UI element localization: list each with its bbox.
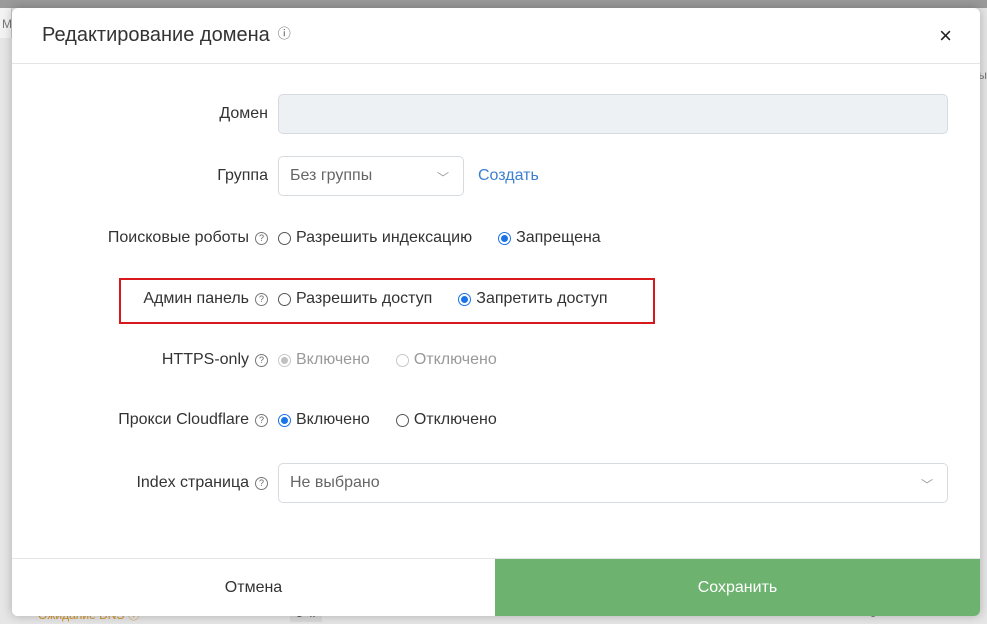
highlight-box: [119, 278, 655, 324]
question-icon[interactable]: ?: [255, 413, 268, 427]
https-on-radio: Включено: [278, 351, 370, 369]
https-on-label: Включено: [296, 351, 370, 368]
index-page-select-value: Не выбрано: [290, 474, 380, 491]
group-select-value: Без группы: [290, 167, 373, 184]
create-group-link[interactable]: Создать: [478, 167, 539, 185]
robots-allow-radio[interactable]: Разрешить индексацию: [278, 229, 472, 247]
domain-input: [278, 94, 948, 134]
https-off-label: Отключено: [413, 351, 497, 368]
cloudflare-label: Прокси Cloudflare ?: [12, 411, 268, 429]
question-icon[interactable]: ?: [255, 476, 268, 490]
cloudflare-off-radio[interactable]: Отключено: [395, 411, 497, 429]
radio-checked-icon: [498, 231, 512, 245]
background-top-bar: [0, 0, 987, 8]
group-label-text: Группа: [217, 167, 268, 184]
question-icon[interactable]: ?: [255, 353, 268, 367]
robots-deny-label: Запрещена: [516, 229, 601, 246]
row-https-only: HTTPS-only ? Включено Отключено: [12, 340, 980, 380]
group-select[interactable]: Без группы ﹀: [278, 156, 464, 196]
save-button[interactable]: Сохранить: [495, 559, 980, 616]
row-domain: Домен: [12, 94, 980, 134]
group-label: Группа: [12, 167, 268, 185]
radio-checked-icon: [278, 413, 291, 427]
radio-checked-icon: [278, 353, 291, 367]
row-group: Группа Без группы ﹀ Создать: [12, 156, 980, 196]
domain-control: [278, 94, 948, 134]
domain-label-text: Домен: [219, 105, 268, 122]
robots-label-text: Поисковые роботы: [107, 229, 249, 246]
cloudflare-on-radio[interactable]: Включено: [278, 411, 370, 429]
row-robots: Поисковые роботы ? Разрешить индексацию …: [12, 218, 980, 258]
index-page-label-text: Index страница: [136, 474, 249, 491]
robots-deny-radio[interactable]: Запрещена: [498, 229, 601, 247]
row-index-page: Index страница ? Не выбрано ﹀: [12, 463, 980, 503]
robots-control: Разрешить индексацию Запрещена: [278, 229, 627, 247]
https-label-text: HTTPS-only: [161, 351, 249, 368]
index-page-select[interactable]: Не выбрано ﹀: [278, 463, 948, 503]
radio-unchecked-icon: [278, 231, 291, 245]
cloudflare-off-label: Отключено: [413, 411, 497, 428]
row-cloudflare-proxy: Прокси Cloudflare ? Включено Отключено: [12, 400, 980, 440]
cloudflare-on-label: Включено: [296, 411, 370, 428]
cancel-button[interactable]: Отмена: [12, 559, 495, 616]
modal-title: Редактирование домена: [42, 24, 270, 46]
robots-label: Поисковые роботы ?: [12, 229, 268, 247]
index-page-control: Не выбрано ﹀: [278, 463, 948, 503]
chevron-down-icon: ﹀: [920, 478, 933, 492]
https-off-radio: Отключено: [395, 351, 497, 369]
cloudflare-label-text: Прокси Cloudflare: [118, 411, 249, 428]
https-control: Включено Отключено: [278, 351, 523, 369]
group-control: Без группы ﹀ Создать: [278, 156, 539, 196]
background-tab-text: M: [2, 17, 12, 31]
radio-unchecked-icon: [395, 413, 409, 427]
robots-allow-label: Разрешить индексацию: [296, 229, 473, 246]
https-label: HTTPS-only ?: [12, 351, 268, 369]
close-button[interactable]: ×: [939, 24, 952, 47]
question-icon[interactable]: ?: [255, 231, 268, 245]
index-page-label: Index страница ?: [12, 474, 268, 492]
edit-domain-modal: Редактирование домена ⓘ × Домен Группа Б…: [12, 8, 980, 616]
radio-unchecked-icon: [395, 353, 409, 367]
domain-label: Домен: [12, 105, 268, 123]
modal-footer: Отмена Сохранить: [12, 558, 980, 616]
chevron-down-icon: ﹀: [436, 171, 449, 185]
cloudflare-control: Включено Отключено: [278, 411, 523, 429]
help-icon[interactable]: ⓘ: [278, 23, 291, 42]
modal-header: Редактирование домена ⓘ ×: [12, 8, 980, 64]
background-tab: M: [0, 8, 12, 38]
